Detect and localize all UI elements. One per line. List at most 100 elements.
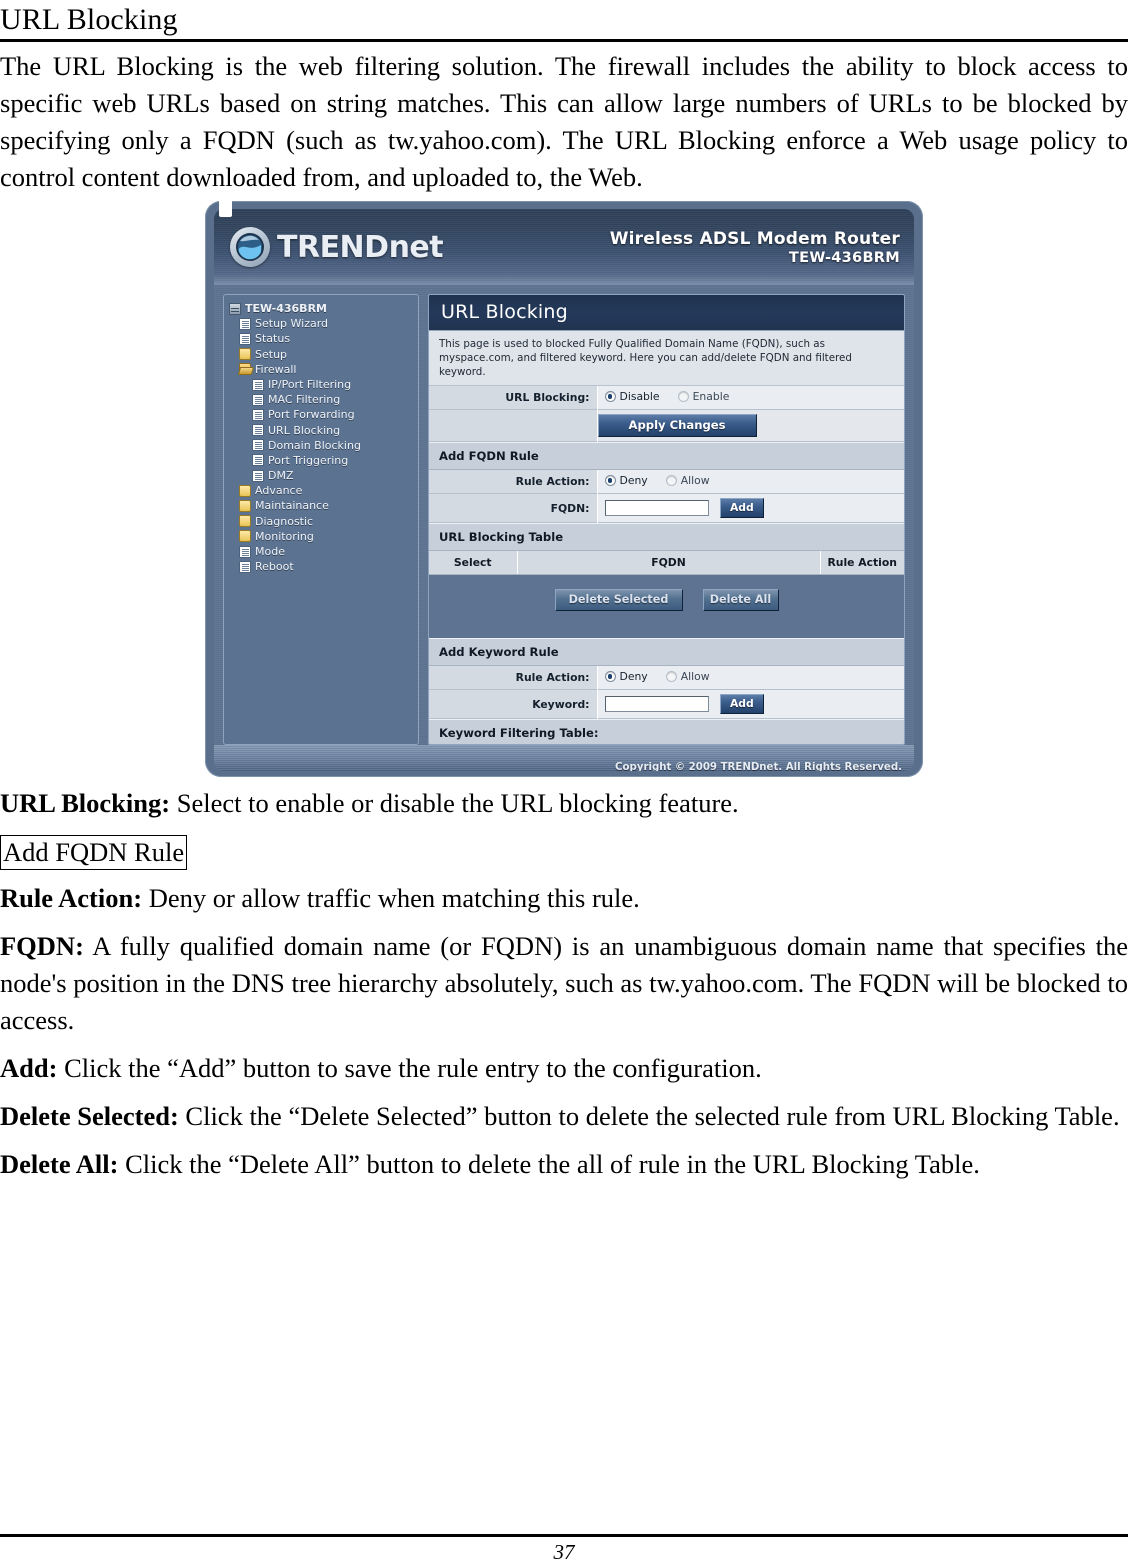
radio-dot-icon [677, 391, 689, 402]
radio-keyword-allow[interactable]: Allow [665, 670, 710, 683]
folder-open-icon [239, 363, 251, 376]
add-keyword-button[interactable]: Add [719, 694, 764, 714]
definition-delete-all: Delete All: Click the “Delete All” butto… [0, 1146, 1128, 1183]
url-blocking-options: Disable Enable [597, 386, 904, 410]
sidebar-item-diagnostic[interactable]: Diagnostic [229, 514, 414, 529]
sidebar-item-status[interactable]: Status [229, 331, 414, 346]
sidebar-item-maintainance[interactable]: Maintainance [229, 498, 414, 513]
product-model: TEW-436BRM [788, 249, 900, 266]
brand-text: TRENDnet [277, 229, 444, 265]
definition-term: FQDN: [0, 931, 84, 961]
trendnet-logo: TRENDnet [230, 227, 444, 267]
page-icon [252, 393, 264, 406]
column-header-select: Select [429, 550, 518, 575]
definition-url-blocking: URL Blocking: Select to enable or disabl… [0, 785, 1128, 822]
spacer-cell [429, 409, 598, 442]
keyword-rule-action-label: Rule Action: [429, 665, 598, 690]
sidebar-item-ip-port-filtering[interactable]: IP/Port Filtering [229, 377, 414, 392]
definition-text: Click the “Add” button to save the rule … [57, 1053, 762, 1083]
radio-dot-icon [665, 475, 677, 486]
page-number: 37 [553, 1540, 575, 1564]
url-blocking-row: URL Blocking: Disable Enable [429, 386, 904, 410]
page-title: URL Blocking [0, 3, 178, 36]
sidebar-item-reboot[interactable]: Reboot [229, 559, 414, 574]
radio-dot-icon [665, 671, 677, 682]
fqdn-rule-action-row: Rule Action: Deny Allow [429, 469, 904, 494]
radio-fqdn-deny[interactable]: Deny [604, 474, 648, 487]
sidebar-item-setup-wizard[interactable]: Setup Wizard [229, 316, 414, 331]
apply-changes-row: Apply Changes [429, 409, 904, 442]
sidebar-item-url-blocking[interactable]: URL Blocking [229, 423, 414, 438]
page-footer: 37 [0, 1534, 1128, 1565]
definition-term: URL Blocking: [0, 788, 171, 818]
definition-add: Add: Click the “Add” button to save the … [0, 1050, 1128, 1087]
fqdn-input[interactable] [604, 500, 709, 516]
product-name: Wireless ADSL Modem Router TEW-436BRM [610, 229, 900, 266]
page-icon [252, 424, 264, 437]
fqdn-rule-action-options: Deny Allow [597, 469, 904, 494]
definition-text: A fully qualified domain name (or FQDN) … [0, 931, 1128, 1035]
radio-url-blocking-enable[interactable]: Enable [677, 390, 729, 403]
url-blocking-label: URL Blocking: [429, 386, 598, 410]
copyright-text: Copyright © 2009 TRENDnet. All Rights Re… [615, 762, 902, 771]
window-corner-tab [219, 197, 232, 217]
router-header: TRENDnet Wireless ADSL Modem Router TEW-… [214, 209, 914, 285]
column-header-rule-action: Rule Action [820, 550, 904, 575]
radio-fqdn-allow[interactable]: Allow [665, 474, 710, 487]
radio-dot-icon [604, 671, 616, 682]
definition-term: Add: [0, 1053, 58, 1083]
sidebar-item-port-forwarding[interactable]: Port Forwarding [229, 407, 414, 422]
keyword-label: Keyword: [429, 689, 598, 719]
sidebar-item-mode[interactable]: Mode [229, 544, 414, 559]
globe-icon [230, 227, 270, 267]
radio-url-blocking-disable[interactable]: Disable [604, 390, 660, 403]
sidebar-item-firewall[interactable]: Firewall [229, 362, 414, 377]
sidebar-item-advance[interactable]: Advance [229, 483, 414, 498]
sidebar-item-mac-filtering[interactable]: MAC Filtering [229, 392, 414, 407]
definition-rule-action: Rule Action: Deny or allow traffic when … [0, 880, 1128, 917]
definition-text: Select to enable or disable the URL bloc… [170, 788, 739, 818]
page-icon [239, 332, 251, 345]
apply-changes-button[interactable]: Apply Changes [597, 414, 757, 437]
url-blocking-table: URL Blocking Table Select FQDN Rule Acti… [429, 523, 904, 575]
url-blocking-table-heading: URL Blocking Table [429, 523, 904, 551]
delete-all-button-url[interactable]: Delete All [702, 589, 779, 611]
folder-icon [239, 348, 251, 361]
add-fqdn-button[interactable]: Add [719, 498, 764, 518]
fqdn-input-cell: Add [597, 493, 904, 523]
page-icon [252, 439, 264, 452]
router-footer: Copyright © 2009 TRENDnet. All Rights Re… [214, 745, 914, 771]
router-screenshot-figure: TRENDnet Wireless ADSL Modem Router TEW-… [0, 197, 1128, 777]
fqdn-input-row: FQDN: Add [429, 493, 904, 523]
page-icon [252, 378, 264, 391]
intro-paragraph: The URL Blocking is the web filtering so… [0, 51, 1128, 192]
folder-icon [239, 530, 251, 543]
definition-fqdn: FQDN: A fully qualified domain name (or … [0, 928, 1128, 1039]
folder-icon [239, 515, 251, 528]
page-icon [252, 408, 264, 421]
keyword-filtering-table: Keyword Filtering Table: Select Filtered… [429, 719, 904, 744]
sidebar-item-dmz[interactable]: DMZ [229, 468, 414, 483]
definition-delete-selected: Delete Selected: Click the “Delete Selec… [0, 1098, 1128, 1135]
fqdn-label: FQDN: [429, 493, 598, 523]
definition-text: Deny or allow traffic when matching this… [142, 883, 640, 913]
add-keyword-rule-form: Add Keyword Rule Rule Action: Deny Allow [429, 638, 904, 719]
sidebar-nav-tree[interactable]: TEW-436BRM Setup Wizard Status Setup Fir… [223, 294, 419, 745]
url-blocking-form: URL Blocking: Disable Enable Apply Chang… [429, 386, 904, 442]
radio-keyword-deny[interactable]: Deny [604, 670, 648, 683]
page-icon [252, 454, 264, 467]
keyword-input[interactable] [604, 696, 709, 712]
keyword-input-cell: Add [597, 689, 904, 719]
sidebar-item-port-triggering[interactable]: Port Triggering [229, 453, 414, 468]
sidebar-item-setup[interactable]: Setup [229, 347, 414, 362]
sidebar-item-domain-blocking[interactable]: Domain Blocking [229, 438, 414, 453]
add-keyword-rule-heading: Add Keyword Rule [429, 638, 904, 666]
definition-term: Delete Selected: [0, 1101, 179, 1131]
apply-changes-cell: Apply Changes [597, 409, 904, 442]
sidebar-item-tew-436brm[interactable]: TEW-436BRM [229, 301, 414, 316]
delete-selected-button-url[interactable]: Delete Selected [554, 589, 683, 611]
add-fqdn-rule-heading: Add FQDN Rule [429, 442, 904, 470]
url-blocking-table-header-row: Select FQDN Rule Action [429, 550, 904, 575]
document-page: URL Blocking The URL Blocking is the web… [0, 2, 1128, 1565]
sidebar-item-monitoring[interactable]: Monitoring [229, 529, 414, 544]
